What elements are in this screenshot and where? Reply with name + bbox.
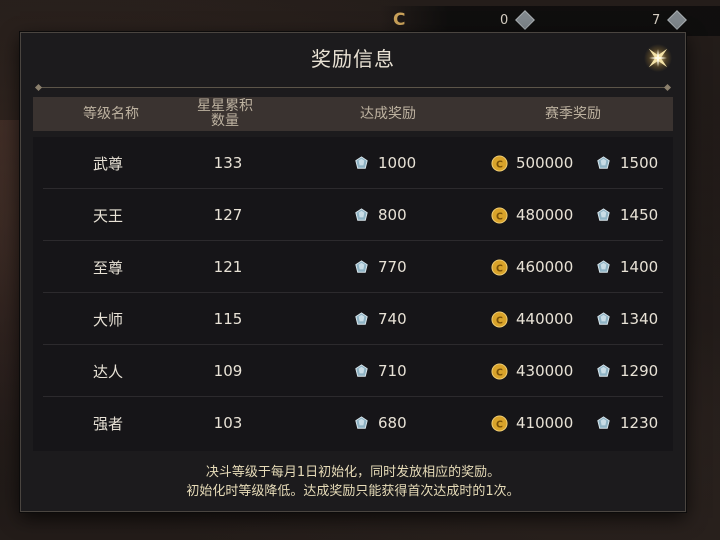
achievement-gem-amount: 800 bbox=[378, 206, 407, 224]
header-season-reward: 赛季奖励 bbox=[545, 105, 601, 122]
rank-name: 武尊 bbox=[92, 154, 123, 173]
rank-name: 至尊 bbox=[92, 258, 123, 277]
season-gold-reward: C 430000 bbox=[491, 345, 573, 397]
close-button[interactable] bbox=[641, 41, 675, 75]
season-gold-reward: C 500000 bbox=[491, 137, 573, 189]
gem-icon bbox=[355, 259, 368, 273]
currency-c-icon: C bbox=[393, 10, 406, 30]
season-gem-amount: 1340 bbox=[620, 310, 659, 328]
season-gem-reward: 1290 bbox=[595, 345, 658, 397]
gold-coin-icon: C bbox=[491, 414, 508, 432]
footer-line-1: 决斗等级于每月1日初始化，同时发放相应的奖励。 bbox=[205, 465, 501, 480]
header-stars: 星星累积 数量 bbox=[197, 98, 253, 129]
gem-icon bbox=[355, 207, 368, 221]
header-rank-name: 等级名称 bbox=[83, 105, 139, 122]
svg-text:C: C bbox=[496, 315, 503, 326]
gem-icon bbox=[597, 155, 610, 169]
header-achievement-reward: 达成奖励 bbox=[360, 105, 416, 122]
season-gold-reward: C 460000 bbox=[491, 241, 573, 293]
star-count: 127 bbox=[213, 206, 243, 224]
season-gold-reward: C 480000 bbox=[491, 189, 573, 241]
season-gold-amount: 440000 bbox=[516, 310, 574, 328]
reward-table: 武尊 133 1000 C 500000 1500 天王 127 800 C 4… bbox=[33, 137, 673, 451]
season-gold-amount: 480000 bbox=[516, 206, 574, 224]
gem-icon bbox=[597, 415, 610, 429]
star-count: 121 bbox=[213, 258, 243, 276]
gem-icon bbox=[355, 415, 368, 429]
season-gem-reward: 1500 bbox=[595, 137, 658, 189]
svg-text:C: C bbox=[496, 419, 503, 430]
gold-coin-icon: C bbox=[491, 206, 508, 224]
table-row: 至尊 121 770 C 460000 1400 bbox=[33, 241, 673, 293]
season-gem-amount: 1450 bbox=[620, 206, 659, 224]
table-row: 达人 109 710 C 430000 1290 bbox=[33, 345, 673, 397]
season-gem-amount: 1290 bbox=[620, 362, 659, 380]
svg-text:C: C bbox=[496, 211, 503, 222]
gem-icon bbox=[597, 207, 610, 221]
gold-coin-icon: C bbox=[491, 258, 508, 276]
close-star-icon bbox=[644, 44, 672, 72]
season-gem-reward: 1230 bbox=[595, 397, 658, 449]
achievement-gem-amount: 740 bbox=[378, 310, 407, 328]
rank-name: 大师 bbox=[92, 310, 123, 329]
achievement-gem-amount: 1000 bbox=[378, 154, 417, 172]
table-row: 天王 127 800 C 480000 1450 bbox=[33, 189, 673, 241]
season-gem-reward: 1400 bbox=[595, 241, 658, 293]
gold-coin-icon: C bbox=[491, 362, 508, 380]
season-gem-amount: 1400 bbox=[620, 258, 659, 276]
table-row: 武尊 133 1000 C 500000 1500 bbox=[33, 137, 673, 189]
star-count: 115 bbox=[213, 310, 243, 328]
gem-icon bbox=[355, 311, 368, 325]
season-gem-amount: 1230 bbox=[620, 414, 659, 432]
svg-text:C: C bbox=[496, 263, 503, 274]
resource-value-2: 7 bbox=[652, 13, 661, 28]
achievement-reward: 770 bbox=[353, 241, 407, 293]
gem-icon bbox=[355, 363, 368, 377]
star-count: 133 bbox=[213, 154, 243, 172]
achievement-gem-amount: 680 bbox=[378, 414, 407, 432]
svg-text:C: C bbox=[496, 367, 503, 378]
season-gem-reward: 1340 bbox=[595, 293, 658, 345]
rank-name: 天王 bbox=[92, 206, 123, 225]
background-side-strip bbox=[0, 120, 22, 420]
achievement-reward: 710 bbox=[353, 345, 407, 397]
table-row: 大师 115 740 C 440000 1340 bbox=[33, 293, 673, 345]
table-row: 强者 103 680 C 410000 1230 bbox=[33, 397, 673, 449]
season-gold-reward: C 440000 bbox=[491, 293, 573, 345]
title-divider bbox=[39, 87, 667, 88]
achievement-reward: 680 bbox=[353, 397, 407, 449]
season-gold-amount: 410000 bbox=[516, 414, 574, 432]
reward-rules-note: 决斗等级于每月1日初始化，同时发放相应的奖励。 初始化时等级降低。达成奖励只能获… bbox=[21, 463, 685, 501]
season-gold-amount: 460000 bbox=[516, 258, 574, 276]
resource-value-1: 0 bbox=[500, 13, 509, 28]
season-gem-reward: 1450 bbox=[595, 189, 658, 241]
gold-coin-icon: C bbox=[491, 154, 508, 172]
achievement-reward: 740 bbox=[353, 293, 407, 345]
dialog-title: 奖励信息 bbox=[311, 47, 395, 71]
achievement-reward: 1000 bbox=[353, 137, 416, 189]
svg-text:C: C bbox=[496, 159, 503, 170]
reward-info-dialog: 奖励信息 等级名称 星星累积 数量 达成奖励 赛季奖励 武尊 133 1000 … bbox=[20, 32, 686, 512]
season-gold-reward: C 410000 bbox=[491, 397, 573, 449]
gem-icon bbox=[597, 311, 610, 325]
achievement-gem-amount: 710 bbox=[378, 362, 407, 380]
gem-icon bbox=[597, 363, 610, 377]
rank-name: 强者 bbox=[92, 414, 123, 433]
gem-icon bbox=[355, 155, 368, 169]
gold-coin-icon: C bbox=[491, 310, 508, 328]
rank-name: 达人 bbox=[92, 362, 123, 381]
achievement-reward: 800 bbox=[353, 189, 407, 241]
footer-line-2: 初始化时等级降低。达成奖励只能获得首次达成时的1次。 bbox=[186, 484, 520, 499]
star-count: 103 bbox=[213, 414, 243, 432]
achievement-gem-amount: 770 bbox=[378, 258, 407, 276]
season-gold-amount: 430000 bbox=[516, 362, 574, 380]
table-header: 等级名称 星星累积 数量 达成奖励 赛季奖励 bbox=[33, 97, 673, 131]
star-count: 109 bbox=[213, 362, 243, 380]
season-gold-amount: 500000 bbox=[516, 154, 574, 172]
season-gem-amount: 1500 bbox=[620, 154, 659, 172]
gem-icon bbox=[597, 259, 610, 273]
